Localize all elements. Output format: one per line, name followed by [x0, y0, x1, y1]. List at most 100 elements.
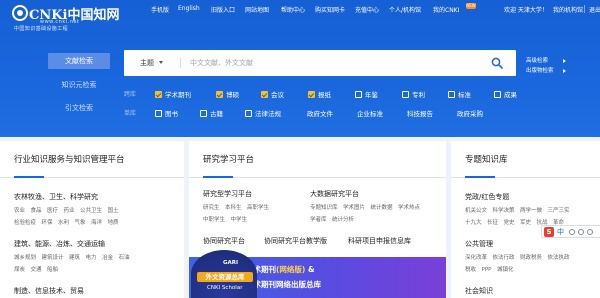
nav-my-cnki[interactable]: 我的CNKI — [433, 5, 459, 14]
nav-mobile[interactable]: 手机版 — [151, 5, 169, 14]
big-data-sub[interactable]: 专题知识库 学术图片 统计数据 学术热点 — [310, 203, 420, 211]
group-links[interactable]: 深化改革 依法行政 财政税务 依法执政 — [465, 253, 570, 261]
checkbox-ancient[interactable] — [200, 110, 207, 117]
card-title: 专题知识库 — [465, 155, 508, 165]
checkbox-thesis[interactable] — [216, 91, 223, 98]
group-heading[interactable]: 公共管理 — [465, 239, 493, 249]
top-navigation: 手机版 English 旧版入口 网站地图 帮助中心 购买知网卡 充值中心 个人… — [0, 5, 600, 15]
group-links[interactable]: 煤炭 交通 船舶 — [14, 265, 58, 273]
checkbox-books[interactable] — [155, 110, 162, 117]
checkbox-patent[interactable] — [402, 91, 409, 98]
nav-old-version[interactable]: 旧版入口 — [211, 5, 235, 14]
gari-sub: CNKI Scholar — [207, 285, 243, 291]
collab-research-link[interactable]: 协同研究平台 — [203, 236, 245, 246]
group-links[interactable]: 机关公文 科学决策 两学一做 三严三实 — [465, 206, 570, 214]
filter-ancient-label[interactable]: 古籍 — [210, 108, 223, 120]
search-box: 主题 — [124, 50, 516, 76]
filter-enterprise-std[interactable]: 企业标准 — [357, 108, 383, 120]
card-title: 行业知识服务与知识管理平台 — [14, 155, 125, 165]
nav-separator — [584, 5, 585, 13]
logo-sub-text: 中国知识基础设施工程 — [14, 26, 69, 32]
nav-my-org[interactable]: 我的机构馆 — [553, 5, 583, 14]
ime-punct-icon[interactable] — [569, 229, 575, 235]
project-info-link[interactable]: 科研项目申报信息库 — [348, 236, 411, 246]
filter-newspaper-label[interactable]: 报纸 — [318, 89, 331, 101]
new-badge: NEW — [466, 3, 476, 9]
filter-journal-label[interactable]: 学术期刊 — [165, 89, 191, 101]
industry-platform-card: 行业知识服务与知识管理平台 农林牧渔、卫生、科学研究 农业 食品 医疗 药业 公… — [0, 141, 184, 298]
checkbox-law[interactable] — [245, 110, 252, 117]
filter-achievement-label[interactable]: 成果 — [504, 89, 517, 101]
filter-gov-docs[interactable]: 政府文件 — [307, 108, 333, 120]
filter-books-label[interactable]: 图书 — [165, 108, 178, 120]
card-divider — [0, 176, 184, 178]
topic-library-card: 专题知识库 党政/红色专题 机关公文 科学决策 两学一做 三严三实 十九大 长征… — [451, 141, 600, 298]
advanced-search-link[interactable]: 高级检索 — [526, 56, 554, 66]
chevron-right-icon — [563, 59, 566, 63]
gari-main: 外文资源总库 — [197, 272, 253, 282]
checkbox-journal[interactable] — [155, 91, 162, 98]
cross-library-label: 跨库 — [124, 91, 137, 98]
sogou-icon[interactable]: S — [544, 227, 554, 237]
filter-thesis-label[interactable]: 博硕 — [226, 89, 239, 101]
tab-citation-search[interactable]: 引文检索 — [48, 100, 110, 116]
group-heading[interactable]: 党政/红色专题 — [465, 192, 509, 202]
header-banner: CNKi中国知网 www.cnki.net 中国知识基础设施工程 手机版 Eng… — [0, 0, 600, 137]
advanced-links: 高级检索 出版物检索 — [526, 56, 554, 76]
filter-tech-report[interactable]: 科技报告 — [407, 108, 433, 120]
checkbox-achievement[interactable] — [494, 91, 501, 98]
filter-conference-label[interactable]: 会议 — [271, 89, 284, 101]
nav-help[interactable]: 帮助中心 — [281, 5, 305, 14]
checkbox-yearbook[interactable] — [355, 91, 362, 98]
checkbox-newspaper[interactable] — [308, 91, 315, 98]
ime-keyboard-icon[interactable] — [587, 229, 593, 235]
ime-voice-icon[interactable] — [578, 229, 584, 235]
research-learning-sub[interactable]: 研究生 本科生 高职学生 — [203, 203, 269, 211]
research-learning-link[interactable]: 研究型学习平台 — [203, 189, 252, 199]
nav-sitemap[interactable]: 网站地图 — [245, 5, 269, 14]
chevron-right-icon — [563, 69, 566, 73]
nav-english[interactable]: English — [178, 5, 200, 12]
collab-teaching-link[interactable]: 协同研究平台教学版 — [264, 236, 327, 246]
nav-buy-card[interactable]: 购买知网卡 — [315, 5, 345, 14]
welcome-text: 欢迎 天津大学！ — [504, 7, 548, 14]
gari-title: GARI — [223, 260, 239, 266]
group-heading[interactable]: 建筑、能源、冶炼、交通运输 — [14, 239, 105, 249]
checkbox-conference[interactable] — [261, 91, 268, 98]
cross-library-filter: 跨库 学术期刊 博硕 会议 报纸 年鉴 专利 标准 成果 — [124, 89, 564, 101]
publication-search-link[interactable]: 出版物检索 — [526, 66, 554, 76]
card-divider — [451, 176, 600, 178]
search-icon[interactable] — [491, 57, 503, 69]
group-links[interactable]: 检验检疫 环保 水利 气象 海洋 地质 — [14, 218, 119, 226]
nav-recharge[interactable]: 充值中心 — [355, 5, 379, 14]
card-divider — [189, 176, 446, 178]
research-learning-sub[interactable]: 中职学生 中学生 — [203, 215, 247, 223]
gari-banner[interactable]: GARI 外文资源总库 CNKI Scholar — [191, 250, 257, 298]
filter-law-label[interactable]: 法律法规 — [255, 108, 281, 120]
filter-standard-label[interactable]: 标准 — [458, 89, 471, 101]
group-links[interactable]: 城乡规划 建筑设计 建筑 电力 冶金 石油 — [14, 253, 130, 261]
single-library-label: 单库 — [124, 110, 137, 117]
big-data-sub[interactable]: 学者库 统计分析 — [310, 215, 354, 223]
search-divider — [180, 58, 181, 68]
single-library-filter: 单库 图书 古籍 法律法规 政府文件 企业标准 科技报告 政府采购 — [124, 108, 564, 120]
tab-knowledge-search[interactable]: 知识元检索 — [48, 77, 110, 93]
filter-gov-procurement[interactable]: 政府采购 — [457, 108, 483, 120]
filter-patent-label[interactable]: 专利 — [412, 89, 425, 101]
big-data-link[interactable]: 大数据研究平台 — [310, 189, 359, 199]
checkbox-standard[interactable] — [448, 91, 455, 98]
nav-logout[interactable]: 退出 — [589, 5, 600, 14]
group-links[interactable]: 农业 食品 医疗 药业 公共卫生 国土 — [14, 206, 119, 214]
filter-yearbook-label[interactable]: 年鉴 — [365, 89, 378, 101]
ime-toolbar[interactable]: S 中 — [541, 225, 600, 238]
search-input[interactable] — [190, 55, 470, 71]
group-heading[interactable]: 农林牧渔、卫生、科学研究 — [14, 192, 98, 202]
group-links[interactable]: 税收 PPP 城镇化 — [465, 265, 513, 273]
tab-literature-search[interactable]: 文献检索 — [48, 53, 110, 69]
nav-personal-org[interactable]: 个人/机构馆 — [389, 5, 421, 14]
group-heading[interactable]: 制造、信息技术、贸易 — [14, 286, 84, 296]
group-heading[interactable]: 社会知识 — [465, 286, 493, 296]
search-field-select[interactable]: 主题 — [140, 50, 154, 76]
chevron-down-icon[interactable] — [159, 61, 163, 64]
ime-lang-toggle[interactable]: 中 — [557, 227, 564, 237]
